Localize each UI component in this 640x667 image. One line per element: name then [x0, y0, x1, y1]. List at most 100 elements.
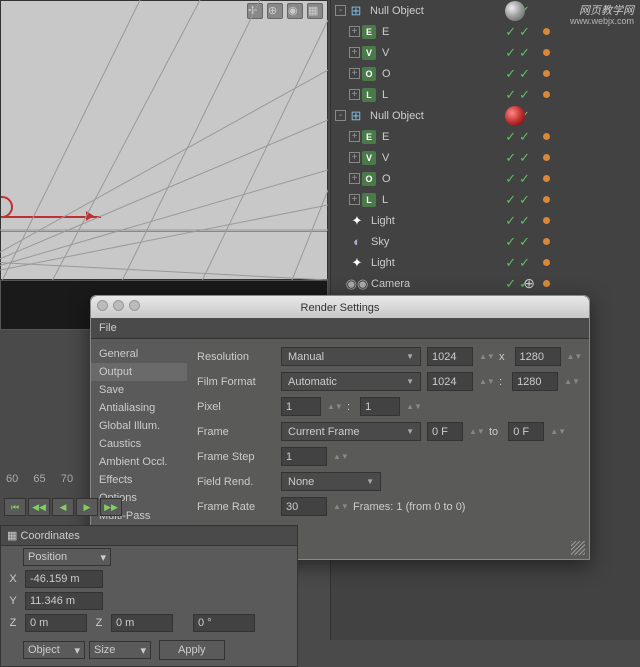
timeline-ruler[interactable]: 60 65 70: [0, 473, 100, 493]
apply-button[interactable]: Apply: [159, 640, 225, 660]
viewport-layout-icon[interactable]: ▦: [307, 3, 323, 19]
tag-dot-icon[interactable]: [543, 133, 550, 140]
object-row[interactable]: + VV✓✓: [331, 147, 640, 168]
viewport-rotate-icon[interactable]: ◉: [287, 3, 303, 19]
z-rot-input[interactable]: [193, 614, 255, 632]
field-rend-select[interactable]: None▼: [281, 472, 381, 491]
tag-dot-icon[interactable]: [543, 91, 550, 98]
frame-to-input[interactable]: [508, 422, 544, 441]
tag-dot-icon[interactable]: [543, 196, 550, 203]
frame-step-input[interactable]: [281, 447, 327, 466]
render-check-icon[interactable]: ✓: [519, 87, 530, 103]
expand-toggle[interactable]: +: [349, 26, 360, 37]
render-category-effects[interactable]: Effects: [91, 471, 187, 489]
window-close-icon[interactable]: [97, 300, 108, 311]
position-mode-select[interactable]: Position▾: [23, 548, 111, 566]
resolution-height-input[interactable]: [515, 347, 561, 366]
material-ball-icon[interactable]: [505, 1, 525, 21]
x-input[interactable]: [25, 570, 103, 588]
object-row[interactable]: ✦Light✓✓: [331, 210, 640, 231]
tag-dot-icon[interactable]: [543, 238, 550, 245]
object-row[interactable]: ✦Light✓✓: [331, 252, 640, 273]
object-row[interactable]: ◉◉Camera✓✓⊕: [331, 273, 640, 294]
visibility-check-icon[interactable]: ✓: [505, 129, 516, 145]
object-row[interactable]: - ⊞Null Object✓✓: [331, 105, 640, 126]
z-input-2[interactable]: [111, 614, 173, 632]
object-row[interactable]: + EE✓✓: [331, 126, 640, 147]
resize-grip-icon[interactable]: [571, 541, 585, 555]
viewport-3d[interactable]: ✢ ⊕ ◉ ▦: [0, 0, 328, 280]
visibility-check-icon[interactable]: ✓: [505, 45, 516, 61]
tag-dot-icon[interactable]: [543, 175, 550, 182]
tag-dot-icon[interactable]: [543, 70, 550, 77]
play-back-button[interactable]: ◀: [52, 498, 74, 516]
window-minimize-icon[interactable]: [113, 300, 124, 311]
film-width-input[interactable]: [427, 372, 473, 391]
render-check-icon[interactable]: ✓: [519, 171, 530, 187]
expand-toggle[interactable]: -: [335, 5, 346, 16]
size-select[interactable]: Size▾: [89, 641, 151, 659]
render-check-icon[interactable]: ✓: [519, 24, 530, 40]
y-input[interactable]: [25, 592, 103, 610]
material-ball-icon[interactable]: [505, 106, 525, 126]
visibility-check-icon[interactable]: ✓: [505, 66, 516, 82]
z-input[interactable]: [25, 614, 87, 632]
visibility-check-icon[interactable]: ✓: [505, 150, 516, 166]
expand-toggle[interactable]: +: [349, 152, 360, 163]
play-forward-button[interactable]: ▶: [76, 498, 98, 516]
render-check-icon[interactable]: ✓: [519, 234, 530, 250]
expand-toggle[interactable]: +: [349, 194, 360, 205]
object-select[interactable]: Object▾: [23, 641, 85, 659]
render-category-save[interactable]: Save: [91, 381, 187, 399]
visibility-check-icon[interactable]: ✓: [505, 24, 516, 40]
visibility-check-icon[interactable]: ✓: [505, 255, 516, 271]
expand-toggle[interactable]: -: [335, 110, 346, 121]
step-back-button[interactable]: ◀◀: [28, 498, 50, 516]
visibility-check-icon[interactable]: ✓: [505, 234, 516, 250]
visibility-check-icon[interactable]: ✓: [505, 276, 516, 292]
render-category-caustics[interactable]: Caustics: [91, 435, 187, 453]
render-check-icon[interactable]: ✓: [519, 213, 530, 229]
render-category-output[interactable]: Output: [91, 363, 187, 381]
object-row[interactable]: + LL✓✓: [331, 84, 640, 105]
render-check-icon[interactable]: ✓: [519, 255, 530, 271]
viewport-pan-icon[interactable]: ✢: [247, 3, 263, 19]
expand-toggle[interactable]: +: [349, 89, 360, 100]
render-category-general[interactable]: General: [91, 345, 187, 363]
render-category-ambient-occl-[interactable]: Ambient Occl.: [91, 453, 187, 471]
tag-dot-icon[interactable]: [543, 154, 550, 161]
object-row[interactable]: + LL✓✓: [331, 189, 640, 210]
pixel-a-input[interactable]: [281, 397, 321, 416]
pixel-b-input[interactable]: [360, 397, 400, 416]
render-check-icon[interactable]: ✓: [519, 150, 530, 166]
resolution-width-input[interactable]: [427, 347, 473, 366]
goto-start-button[interactable]: ⏮: [4, 498, 26, 516]
visibility-check-icon[interactable]: ✓: [505, 171, 516, 187]
window-zoom-icon[interactable]: [129, 300, 140, 311]
render-category-global-illum-[interactable]: Global Illum.: [91, 417, 187, 435]
frame-rate-input[interactable]: [281, 497, 327, 516]
tag-dot-icon[interactable]: [543, 217, 550, 224]
render-category-antialiasing[interactable]: Antialiasing: [91, 399, 187, 417]
expand-toggle[interactable]: +: [349, 47, 360, 58]
expand-toggle[interactable]: +: [349, 131, 360, 142]
dialog-titlebar[interactable]: Render Settings: [91, 296, 589, 318]
expand-toggle[interactable]: +: [349, 68, 360, 79]
tag-dot-icon[interactable]: [543, 280, 550, 287]
tag-dot-icon[interactable]: [543, 259, 550, 266]
frame-mode-select[interactable]: Current Frame▼: [281, 422, 421, 441]
visibility-check-icon[interactable]: ✓: [505, 213, 516, 229]
object-row[interactable]: + OO✓✓: [331, 63, 640, 84]
resolution-mode-select[interactable]: Manual▼: [281, 347, 421, 366]
dialog-menu-file[interactable]: File: [91, 318, 589, 339]
object-row[interactable]: ◐Sky✓✓: [331, 231, 640, 252]
tag-dot-icon[interactable]: [543, 28, 550, 35]
render-check-icon[interactable]: ✓: [519, 45, 530, 61]
viewport-zoom-icon[interactable]: ⊕: [267, 3, 283, 19]
crosshair-icon[interactable]: ⊕: [523, 275, 535, 292]
render-check-icon[interactable]: ✓: [519, 66, 530, 82]
film-height-input[interactable]: [512, 372, 558, 391]
object-row[interactable]: + OO✓✓: [331, 168, 640, 189]
frame-from-input[interactable]: [427, 422, 463, 441]
film-format-select[interactable]: Automatic▼: [281, 372, 421, 391]
